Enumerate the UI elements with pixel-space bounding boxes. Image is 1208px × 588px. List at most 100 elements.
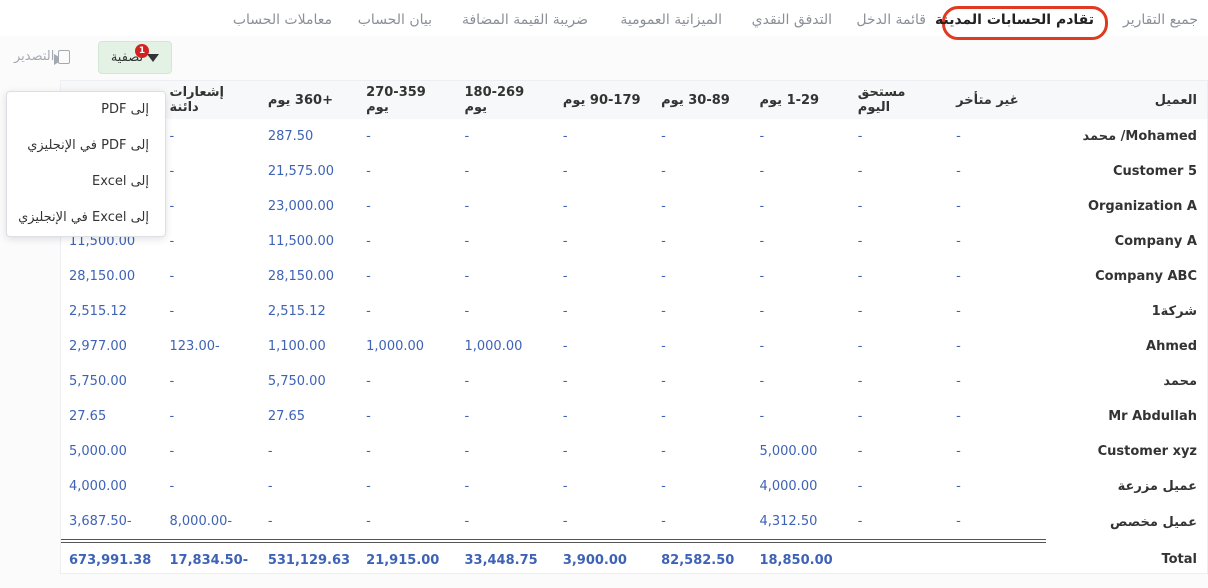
amount-cell: - — [464, 374, 470, 389]
amount-cell: - — [169, 444, 175, 459]
amount-cell[interactable]: 21,575.00 — [260, 154, 358, 189]
amount-cell: - — [562, 199, 568, 214]
amount-cell[interactable]: 23,000.00 — [260, 189, 358, 224]
total-amount: 82,582.50 — [653, 539, 752, 577]
filter-count-badge: 1 — [135, 44, 149, 58]
amount-cell[interactable]: 5,750.00 — [61, 364, 162, 399]
amount-cell: - — [857, 514, 863, 529]
tab-receivables-aging[interactable]: تقادم الحسابات المدينة — [935, 12, 1094, 28]
tab-income-statement[interactable]: قائمة الدخل — [856, 12, 926, 28]
amount-cell: - — [169, 479, 175, 494]
customer-name: Customer 5 — [1112, 164, 1197, 179]
amount-cell: - — [759, 199, 765, 214]
amount-cell: - — [857, 164, 863, 179]
amount-cell: - — [169, 129, 175, 144]
amount-cell[interactable]: 1,000.00 — [358, 329, 456, 364]
table-row: Company ABC - - - - - - -28,150.00-28,150.00 — [61, 259, 1207, 294]
amount-cell: - — [366, 269, 371, 284]
total-amount — [948, 539, 1047, 577]
amount-cell[interactable]: 5,000.00 — [751, 434, 849, 469]
amount-cell: - — [562, 409, 568, 424]
amount-cell[interactable]: 11,500.00 — [260, 224, 358, 259]
amount-cell: - — [956, 514, 961, 529]
amount-cell: - — [464, 199, 470, 214]
amount-cell: - — [464, 164, 470, 179]
export-icon — [54, 49, 71, 65]
amount-cell[interactable]: 5,000.00 — [61, 434, 162, 469]
amount-cell[interactable]: -8,000.00 — [162, 504, 260, 541]
amount-cell[interactable]: 2,515.12 — [260, 294, 358, 329]
tab-balance-sheet[interactable]: الميزانية العمومية — [620, 12, 722, 28]
tab-vat[interactable]: ضريبة القيمة المضافة — [462, 12, 588, 28]
column-header: 30-89 يوم — [661, 92, 730, 108]
amount-cell[interactable]: 2,977.00 — [61, 329, 162, 364]
table-row: محمد - - - - - - -5,750.00-5,750.00 — [61, 364, 1207, 399]
tab-account-statement[interactable]: بيان الحساب — [358, 12, 432, 28]
table-row: Customer 5- - - - - - -21,575.00- — [61, 154, 1207, 189]
amount-cell: - — [464, 479, 470, 494]
amount-cell[interactable]: 28,150.00 — [260, 259, 358, 294]
amount-cell: - — [562, 479, 568, 494]
export-pdf-english-item[interactable]: إلى PDF في الإنجليزي — [7, 128, 165, 164]
amount-cell: - — [169, 199, 175, 214]
total-amount: -17,834.50 — [161, 539, 260, 577]
amount-cell: - — [366, 129, 371, 144]
aging-table: العميل غير متأخر مستحق اليوم 1-29 يوم 30… — [61, 81, 1207, 577]
amount-cell: - — [464, 409, 470, 424]
amount-cell[interactable]: 1,000.00 — [456, 329, 554, 364]
amount-cell[interactable]: 1,100.00 — [260, 329, 358, 364]
amount-cell: - — [759, 234, 765, 249]
amount-cell: - — [956, 164, 961, 179]
amount-cell: - — [464, 129, 470, 144]
customer-name: Organization A — [1087, 199, 1197, 214]
table-row: Company A - - - - - - -11,500.00-11,500.00 — [61, 224, 1207, 259]
amount-cell[interactable]: -3,687.50 — [61, 504, 162, 541]
amount-cell[interactable]: 287.50 — [260, 119, 358, 154]
amount-cell: - — [956, 234, 961, 249]
export-excel-item[interactable]: إلى Excel — [7, 164, 165, 200]
column-header: غير متأخر — [956, 92, 1019, 108]
tab-account-transactions[interactable]: معاملات الحساب — [233, 12, 332, 28]
total-amount — [849, 539, 949, 577]
amount-cell: - — [267, 479, 273, 494]
amount-cell: - — [857, 374, 863, 389]
amount-cell: - — [759, 269, 765, 284]
table-row: شركة1- - - - - - -2,515.12-2,515.12 — [61, 294, 1207, 329]
amount-cell: - — [562, 129, 568, 144]
amount-cell: - — [661, 479, 666, 494]
amount-cell: - — [464, 269, 470, 284]
amount-cell: - — [857, 304, 863, 319]
tab-cash-flow[interactable]: التدفق النقدي — [752, 12, 832, 28]
amount-cell[interactable]: 27.65 — [61, 399, 162, 434]
amount-cell: - — [169, 164, 175, 179]
amount-cell[interactable]: 4,000.00 — [61, 469, 162, 504]
amount-cell: - — [759, 304, 765, 319]
column-header: 90-179 يوم — [562, 92, 641, 108]
column-header: 270-359 يوم — [366, 85, 426, 115]
total-amount: 673,991.38 — [61, 539, 162, 577]
amount-cell: - — [169, 409, 175, 424]
export-pdf-item[interactable]: إلى PDF — [7, 92, 165, 128]
filter-button[interactable]: تصفية 1 — [98, 41, 172, 74]
tab-all-reports[interactable]: جميع التقارير — [1123, 12, 1198, 28]
amount-cell[interactable]: 28,150.00 — [61, 259, 162, 294]
amount-cell[interactable]: 4,312.50 — [751, 504, 849, 541]
table-row: Organization A - - - - - - -23,000.00- — [61, 189, 1207, 224]
amount-cell: - — [464, 304, 470, 319]
amount-cell[interactable]: 2,515.12 — [61, 294, 162, 329]
column-header: العميل — [1154, 92, 1197, 108]
amount-cell[interactable]: -123.00 — [162, 329, 260, 364]
amount-cell: - — [661, 374, 666, 389]
total-amount: 33,448.75 — [456, 539, 555, 577]
amount-cell: - — [661, 234, 666, 249]
amount-cell[interactable]: 4,000.00 — [751, 469, 849, 504]
export-button[interactable]: التصدير — [14, 49, 71, 65]
amount-cell: - — [661, 199, 666, 214]
amount-cell: - — [366, 374, 371, 389]
amount-cell: - — [661, 129, 666, 144]
total-amount: 21,915.00 — [358, 539, 457, 577]
amount-cell[interactable]: 5,750.00 — [260, 364, 358, 399]
amount-cell[interactable]: 27.65 — [260, 399, 358, 434]
amount-cell: - — [661, 304, 666, 319]
export-excel-english-item[interactable]: إلى Excel في الإنجليزي — [7, 200, 165, 236]
